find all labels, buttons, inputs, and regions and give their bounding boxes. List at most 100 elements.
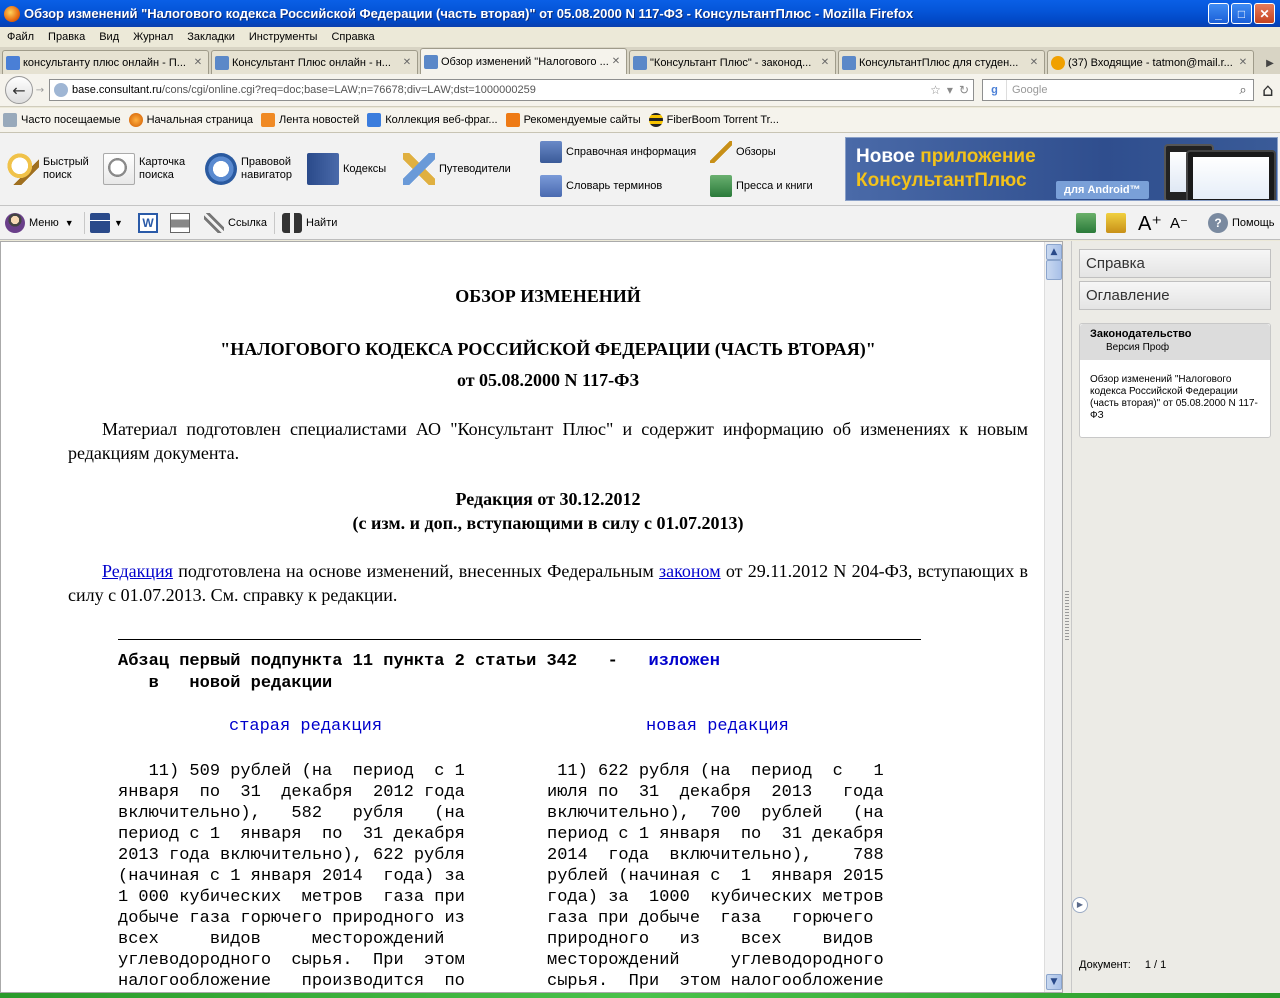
close-tab-icon[interactable]: ✕ (400, 56, 414, 70)
reload-icon[interactable]: ↻ (959, 83, 969, 97)
panel-splitter[interactable] (1063, 241, 1071, 993)
back-button[interactable]: ← (5, 76, 33, 104)
edition-link[interactable]: Редакция (102, 561, 173, 581)
scrollbar-thumb[interactable] (1046, 260, 1062, 280)
info-box-text: Обзор изменений "Налогового кодекса Росс… (1090, 374, 1258, 421)
press-books-button[interactable]: Пресса и книги (710, 175, 813, 197)
consultant-icon (633, 55, 647, 70)
changed-link[interactable]: изложен (649, 652, 720, 671)
search-input[interactable]: Google (1012, 84, 1233, 96)
close-tab-icon[interactable]: ✕ (1236, 56, 1250, 70)
google-search-engine-icon[interactable]: g (983, 80, 1007, 100)
new-edition-text: 11) 622 рубля (на период с 1 июля по 31 … (547, 762, 884, 991)
close-tab-icon[interactable]: ✕ (191, 56, 205, 70)
export-word-button[interactable]: W (138, 212, 162, 234)
quick-search-button[interactable]: Быстрый поиск (7, 153, 89, 185)
scroll-down-icon[interactable]: ▼ (1046, 974, 1062, 990)
help-panel-button[interactable]: Справка (1079, 249, 1271, 278)
menu-bookmarks[interactable]: Закладки (180, 31, 242, 43)
android-app-banner[interactable]: Новое приложение КонсультантПлюс для And… (845, 137, 1278, 201)
navigation-bar: ← → base.consultant.ru/cons/cgi/online.c… (0, 74, 1280, 107)
menu-button[interactable]: Меню ▼ (5, 212, 74, 234)
tab-label: Обзор изменений "Налогового ... (441, 55, 609, 68)
site-identity-icon[interactable] (54, 83, 68, 97)
url-text[interactable]: base.consultant.ru/cons/cgi/online.cgi?r… (72, 84, 924, 96)
rss-icon (261, 113, 276, 127)
menu-help[interactable]: Справка (324, 31, 381, 43)
guides-button[interactable]: Путеводители (403, 153, 511, 185)
tab-5[interactable]: КонсультантПлюс для студен... ✕ (838, 50, 1045, 74)
remove-bookmark-button[interactable] (1106, 212, 1130, 234)
increase-font-button[interactable]: A⁺ (1138, 212, 1162, 235)
search-icon[interactable]: ⌕ (1233, 82, 1253, 98)
menu-edit[interactable]: Правка (41, 31, 92, 43)
home-icon[interactable]: ⌂ (1262, 80, 1273, 101)
bee-icon (648, 113, 663, 127)
menu-view[interactable]: Вид (92, 31, 126, 43)
link-button[interactable]: Ссылка (204, 212, 267, 234)
menu-tools[interactable]: Инструменты (242, 31, 325, 43)
splitter-grip[interactable] (1065, 591, 1069, 641)
close-button[interactable]: ✕ (1254, 3, 1275, 24)
old-edition-text: 11) 509 рублей (на период с 1 января по … (118, 762, 465, 991)
close-tab-icon[interactable]: ✕ (1027, 56, 1041, 70)
reviews-button[interactable]: Обзоры (710, 141, 776, 163)
maximize-button[interactable]: □ (1231, 3, 1252, 24)
bookmark-web-slices[interactable]: Коллекция веб-фраг... (367, 113, 498, 127)
bookmark-star-icon[interactable]: ☆ (930, 83, 941, 97)
dictionary-button[interactable]: Словарь терминов (540, 175, 662, 197)
ie-icon (367, 113, 382, 127)
tab-2[interactable]: Консультант Плюс онлайн - н... ✕ (211, 50, 418, 74)
tab-1[interactable]: консультанту плюс онлайн - П... ✕ (2, 50, 209, 74)
info-box-title: Законодательство (1090, 328, 1192, 340)
menu-file[interactable]: Файл (0, 31, 41, 43)
legal-navigator-button[interactable]: Правовой навигатор (205, 153, 292, 185)
intro-paragraph: Материал подготовлен специалистами АО "К… (68, 419, 1028, 463)
window-title: Обзор изменений "Налогового кодекса Росс… (24, 6, 914, 21)
document-panel: ОБЗОР ИЗМЕНЕНИЙ "НАЛОГОВОГО КОДЕКСА РОСС… (0, 241, 1063, 993)
bookmark-start-page[interactable]: Начальная страница (128, 113, 253, 127)
document-scrollbar[interactable]: ▲ ▼ (1044, 242, 1062, 992)
codexes-button[interactable]: Кодексы (307, 153, 386, 185)
law-link[interactable]: законом (659, 561, 721, 581)
pen-icon (710, 141, 732, 163)
bookmark-fiberboom[interactable]: FiberBoom Torrent Tr... (648, 113, 779, 127)
window-titlebar: Обзор изменений "Налогового кодекса Росс… (0, 0, 1280, 27)
expand-panel-icon[interactable]: ▶ (1072, 897, 1088, 913)
search-card-button[interactable]: Карточка поиска (103, 153, 185, 185)
decrease-font-button[interactable]: A⁻ (1170, 212, 1188, 234)
scroll-up-icon[interactable]: ▲ (1046, 244, 1062, 260)
close-tab-icon[interactable]: ✕ (609, 55, 623, 69)
tab-6[interactable]: (37) Входящие - tatmon@mail.r... ✕ (1047, 50, 1254, 74)
help-button[interactable]: ? Помощь (1208, 212, 1275, 234)
url-bar[interactable]: base.consultant.ru/cons/cgi/online.cgi?r… (49, 79, 974, 101)
binoculars-icon (282, 213, 302, 233)
bookmark-news-feed[interactable]: Лента новостей (261, 113, 359, 127)
save-button[interactable]: ▼ (90, 212, 123, 234)
tab-3[interactable]: Обзор изменений "Налогового ... ✕ (420, 48, 627, 74)
tablet-image (1186, 150, 1276, 200)
tab-label: КонсультантПлюс для студен... (859, 56, 1019, 69)
bookmark-most-visited[interactable]: Часто посещаемые (3, 113, 121, 127)
firefox-icon (4, 5, 20, 22)
tab-label: консультанту плюс онлайн - П... (23, 56, 186, 69)
print-button[interactable] (170, 212, 194, 234)
url-dropdown-icon[interactable]: ▾ (947, 83, 953, 97)
bookmark-recommended[interactable]: Рекомендуемые сайты (505, 113, 641, 127)
tab-4[interactable]: "Консультант Плюс" - законод... ✕ (629, 50, 836, 74)
close-tab-icon[interactable]: ✕ (818, 56, 832, 70)
google-icon (6, 55, 20, 70)
floppy-disk-icon (90, 213, 110, 233)
minimize-button[interactable]: _ (1208, 3, 1229, 24)
menu-history[interactable]: Журнал (126, 31, 180, 43)
forward-button[interactable]: → (33, 80, 47, 100)
toc-button[interactable]: Оглавление (1079, 281, 1271, 310)
tab-label: "Консультант Плюс" - законод... (650, 56, 812, 69)
find-button[interactable]: Найти (282, 212, 337, 234)
add-to-favorites-button[interactable] (1076, 212, 1100, 234)
doc-title-date: от 05.08.2000 N 117-ФЗ (456, 370, 640, 390)
search-bar[interactable]: g Google ⌕ (982, 79, 1254, 101)
tabs-scroll-right-icon[interactable]: ▶ (1260, 52, 1280, 74)
info-box-header: Законодательство Версия Проф (1080, 324, 1270, 360)
reference-info-button[interactable]: Справочная информация (540, 141, 696, 163)
